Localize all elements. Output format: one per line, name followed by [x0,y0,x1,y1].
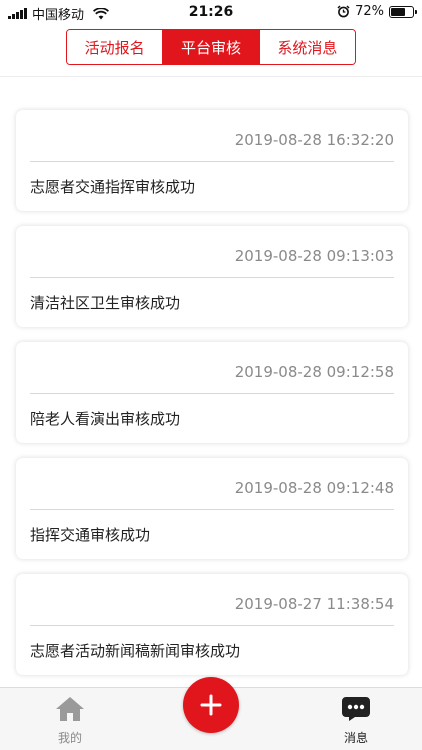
message-card[interactable]: 2019-08-28 09:13:03 清洁社区卫生审核成功 [16,226,408,327]
chat-bubble-icon [342,697,370,721]
message-card[interactable]: 2019-08-27 11:38:54 志愿者活动新闻稿新闻审核成功 [16,574,408,675]
alarm-icon [337,5,350,18]
message-title: 志愿者交通指挥审核成功 [30,178,196,196]
status-right: 72% [337,4,417,19]
card-divider [30,277,394,278]
card-divider [30,625,394,626]
card-divider [30,509,394,510]
message-time: 2019-08-28 09:12:48 [234,479,394,497]
message-title: 陪老人看演出审核成功 [30,410,181,428]
battery-icon [389,5,417,18]
card-divider [30,393,394,394]
nav-mine[interactable]: 我的 [40,696,100,746]
nav-messages[interactable]: 消息 [326,696,386,746]
message-title: 志愿者活动新闻稿新闻审核成功 [30,642,241,660]
segmented-tabs: 活动报名 平台审核 系统消息 [66,29,356,65]
battery-percent: 72% [355,4,384,19]
header-divider [0,76,422,77]
message-card[interactable]: 2019-08-28 09:12:58 陪老人看演出审核成功 [16,342,408,443]
nav-messages-label: 消息 [343,731,368,745]
tab-activity-signup[interactable]: 活动报名 [67,30,163,64]
tab-system-messages[interactable]: 系统消息 [258,30,355,64]
message-time: 2019-08-28 09:12:58 [234,363,394,381]
nav-mine-label: 我的 [57,731,82,745]
message-time: 2019-08-28 16:32:20 [234,131,394,149]
message-card[interactable]: 2019-08-28 09:12:48 指挥交通审核成功 [16,458,408,559]
add-button[interactable] [183,677,239,733]
tab-platform-review[interactable]: 平台审核 [162,30,259,64]
message-card[interactable]: 2019-08-28 16:32:20 志愿者交通指挥审核成功 [16,110,408,211]
home-icon [56,697,84,721]
status-bar: 中国移动 21:26 72% [0,0,422,24]
card-divider [30,161,394,162]
screen: 中国移动 21:26 72% 活动报名 平台审核 系统消息 2019-08-28… [0,0,422,750]
plus-icon [200,694,222,716]
message-list: 2019-08-28 16:32:20 志愿者交通指挥审核成功 2019-08-… [16,110,408,690]
message-title: 清洁社区卫生审核成功 [30,294,181,312]
message-title: 指挥交通审核成功 [30,526,151,544]
battery-fill [391,7,406,16]
message-time: 2019-08-27 11:38:54 [234,595,394,613]
message-time: 2019-08-28 09:13:03 [234,247,394,265]
